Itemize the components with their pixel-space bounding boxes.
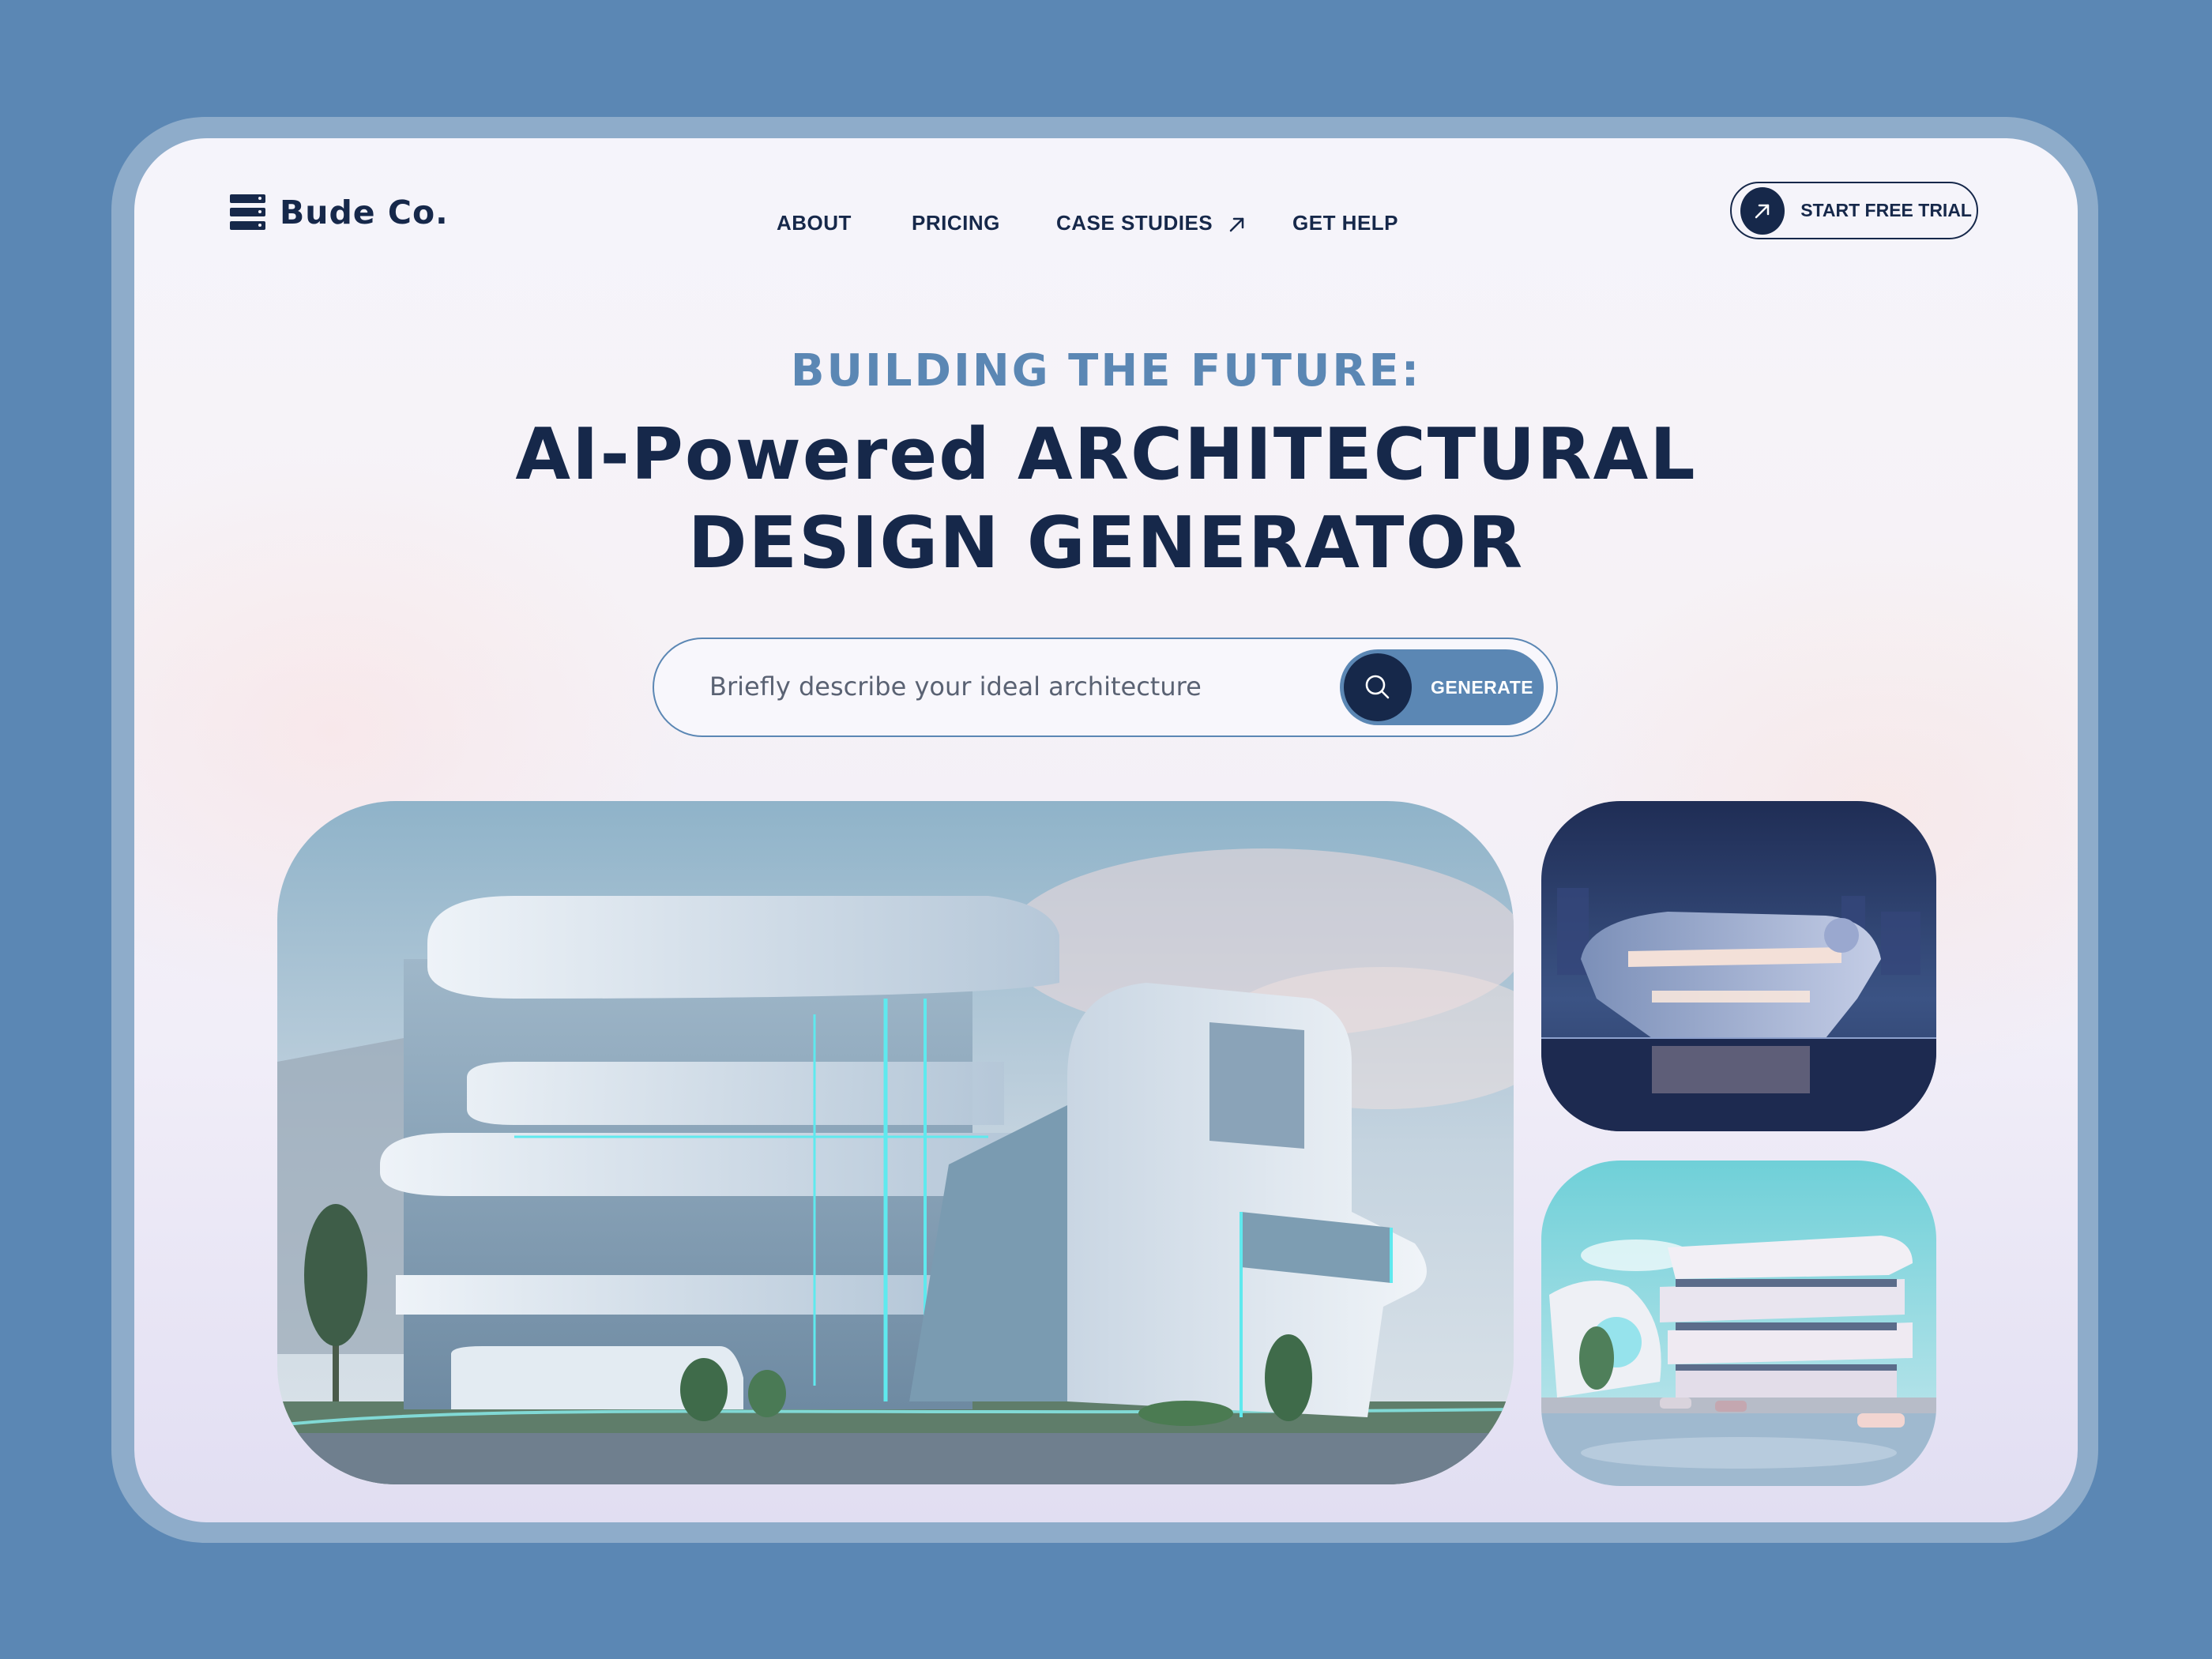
prompt-input[interactable] bbox=[708, 671, 1311, 702]
nav-link-label: CASE STUDIES bbox=[1056, 211, 1213, 235]
gallery-image-night[interactable] bbox=[1541, 801, 1936, 1131]
arrow-up-right-icon bbox=[1740, 186, 1785, 235]
nav-link-label: GET HELP bbox=[1292, 211, 1399, 235]
generate-button[interactable]: GENERATE bbox=[1340, 649, 1544, 725]
start-free-trial-button[interactable]: START FREE TRIAL bbox=[1730, 182, 1978, 239]
hero-headline: AI-Powered ARCHITECTURAL DESIGN GENERATO… bbox=[134, 411, 2078, 588]
generate-button-label: GENERATE bbox=[1431, 676, 1534, 698]
prompt-search-bar: GENERATE bbox=[653, 638, 1558, 737]
hero-headline-line-2: DESIGN GENERATOR bbox=[687, 502, 1525, 585]
arrow-up-right-icon bbox=[1228, 216, 1246, 233]
server-stack-icon bbox=[230, 194, 265, 231]
nav-link-case-studies[interactable]: CASE STUDIES bbox=[1056, 211, 1246, 235]
landing-card: Bude Co. ABOUT PRICING CASE STUDIES GET … bbox=[134, 138, 2078, 1522]
hero-headline-line-1: AI-Powered ARCHITECTURAL bbox=[515, 413, 1697, 496]
hero-eyebrow: BUILDING THE FUTURE: bbox=[790, 345, 1422, 397]
brand-logo[interactable]: Bude Co. bbox=[230, 194, 449, 231]
nav-link-pricing[interactable]: PRICING bbox=[912, 211, 1000, 235]
search-icon bbox=[1344, 653, 1412, 721]
nav-link-get-help[interactable]: GET HELP bbox=[1292, 211, 1398, 235]
gallery-image-main[interactable] bbox=[277, 801, 1514, 1484]
brand-name: Bude Co. bbox=[280, 194, 449, 231]
nav-link-label: ABOUT bbox=[777, 211, 852, 235]
cta-label: START FREE TRIAL bbox=[1800, 200, 1972, 220]
nav-link-label: PRICING bbox=[912, 211, 1000, 235]
gallery-image-street[interactable] bbox=[1541, 1161, 1936, 1486]
nav-link-about[interactable]: ABOUT bbox=[777, 211, 852, 235]
